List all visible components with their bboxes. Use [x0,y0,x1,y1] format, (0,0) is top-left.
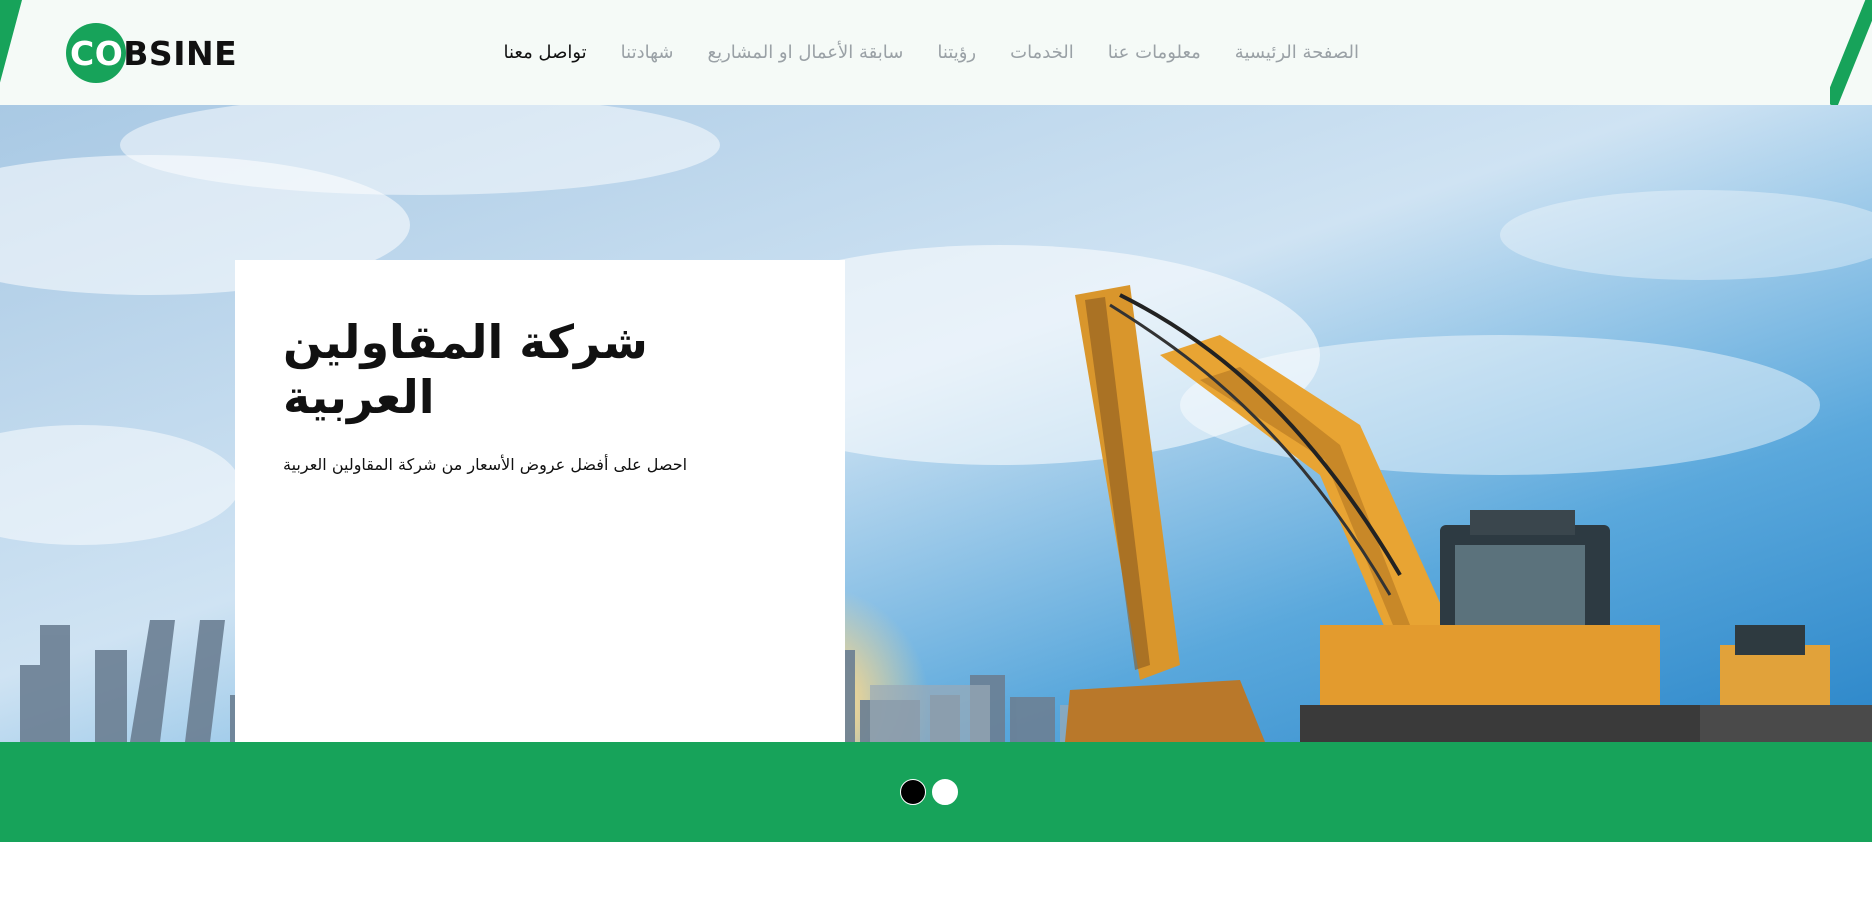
nav-item-home[interactable]: الصفحة الرئيسية [1218,42,1376,63]
nav-item-vision[interactable]: رؤيتنا [920,42,993,63]
header-corner-left-decoration [0,0,22,105]
nav-item-projects[interactable]: سابقة الأعمال او المشاريع [690,42,920,63]
hero-slider: شركة المقاولين العربية احصل على أفضل عرو… [0,105,1872,742]
slider-dot-2[interactable] [932,779,958,805]
hero-title: شركة المقاولين العربية [283,315,648,425]
hero-subtitle: احصل على أفضل عروض الأسعار من شركة المقا… [283,455,688,475]
nav-item-about[interactable]: معلومات عنا [1091,42,1218,63]
nav-item-contact[interactable]: تواصل معنا [486,42,603,63]
slider-dot-1[interactable] [900,779,926,805]
nav-item-testimonials[interactable]: شهادتنا [604,42,691,63]
logo[interactable]: COBSINE [66,23,237,83]
slider-dots [900,779,958,805]
hero-card: شركة المقاولين العربية احصل على أفضل عرو… [235,260,845,742]
header-corner-right-decoration [1830,0,1872,105]
main-nav: الصفحة الرئيسية معلومات عنا الخدمات رؤيت… [486,0,1376,105]
site-header: COBSINE الصفحة الرئيسية معلومات عنا الخد… [0,0,1872,105]
nav-item-services[interactable]: الخدمات [993,42,1091,63]
logo-text-rest: BSINE [123,33,238,73]
logo-text-co: CO [70,33,124,73]
logo-text: COBSINE [66,34,237,73]
